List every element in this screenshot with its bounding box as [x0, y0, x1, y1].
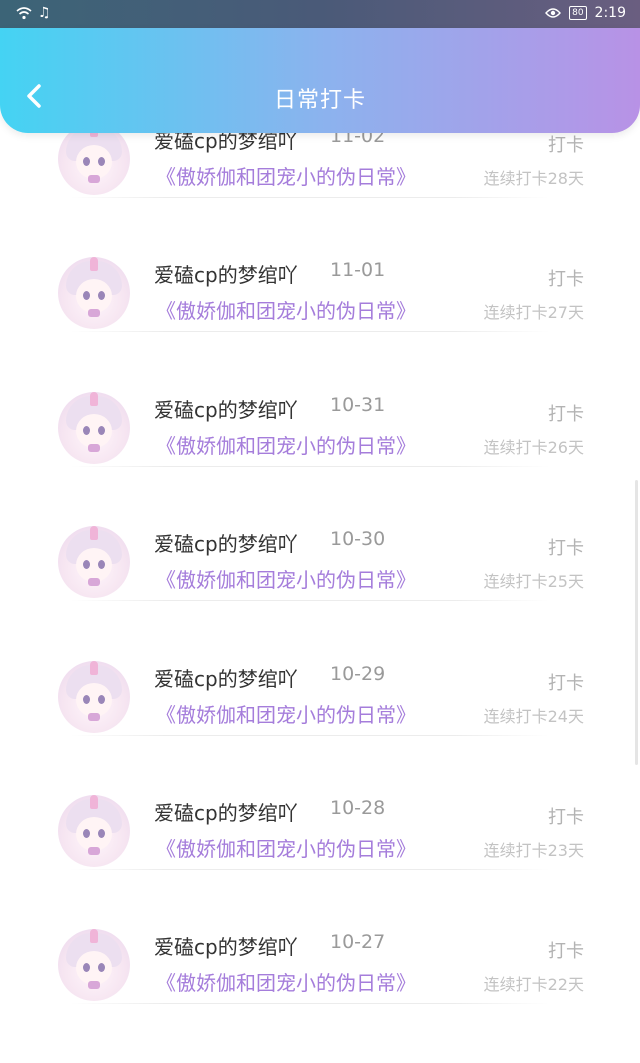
streak-count: 连续打卡24天: [483, 706, 584, 726]
list-item[interactable]: 爱磕cp的梦绾吖 10-30 《傲娇伽和团宠小的伪日常》 打卡连续打卡25天: [0, 526, 640, 660]
divider: [70, 197, 550, 198]
streak-count: 连续打卡26天: [483, 437, 584, 457]
book-title[interactable]: 《傲娇伽和团宠小的伪日常》: [156, 295, 416, 324]
divider: [70, 600, 550, 602]
checkin-label: 打卡: [548, 672, 584, 694]
streak-count: 连续打卡27天: [483, 303, 584, 323]
eye-icon: [545, 8, 562, 18]
checkin-label: 打卡: [548, 807, 584, 828]
list-item[interactable]: 爱磕cp的梦绾吖 10-28 《傲娇伽和团宠小的伪日常》 打卡连续打卡23天: [0, 795, 640, 929]
divider: [70, 1003, 550, 1005]
status-bar: ♫ 80 2:19: [0, 0, 640, 28]
user-name[interactable]: 爱磕cp的梦绾吖: [154, 931, 298, 960]
avatar[interactable]: [58, 257, 130, 330]
checkin-label: 打卡: [548, 269, 584, 291]
checkin-date: 10-29: [330, 662, 386, 685]
page-title: 日常打卡: [273, 88, 366, 113]
checkin-date: 10-27: [330, 931, 386, 954]
checkin-label: 打卡: [548, 135, 584, 156]
book-title[interactable]: 《傲娇伽和团宠小的伪日常》: [156, 699, 416, 728]
checkin-date: 10-31: [330, 393, 386, 416]
avatar[interactable]: [58, 526, 130, 599]
avatar[interactable]: [58, 795, 130, 867]
checkin-date: 10-28: [330, 797, 386, 819]
divider: [70, 869, 550, 870]
user-name[interactable]: 爱磕cp的梦绾吖: [154, 259, 298, 288]
music-note-icon: ♫: [38, 5, 51, 21]
status-time: 2:19: [594, 5, 626, 21]
header-bar: 日常打卡: [0, 28, 640, 133]
avatar[interactable]: [58, 929, 130, 1002]
checkin-label: 打卡: [548, 403, 584, 425]
wifi-icon: [16, 7, 32, 20]
list-item[interactable]: 爱磕cp的梦绾吖 10-31 《傲娇伽和团宠小的伪日常》 打卡连续打卡26天: [0, 391, 640, 526]
divider: [70, 734, 550, 736]
streak-count: 连续打卡25天: [483, 572, 584, 592]
checkin-date: 10-30: [330, 528, 386, 551]
list-item[interactable]: 爱磕cp的梦绾吖 10-29 《傲娇伽和团宠小的伪日常》 打卡连续打卡24天: [0, 660, 640, 795]
checkin-label: 打卡: [548, 538, 584, 560]
streak-count: 连续打卡23天: [483, 841, 584, 860]
list-item[interactable]: 爱磕cp的梦绾吖 11-01 《傲娇伽和团宠小的伪日常》 打卡连续打卡27天: [0, 257, 640, 391]
user-name[interactable]: 爱磕cp的梦绾吖: [154, 663, 298, 692]
avatar[interactable]: [58, 660, 130, 733]
divider: [70, 465, 550, 467]
user-name[interactable]: 爱磕cp的梦绾吖: [154, 528, 298, 557]
book-title[interactable]: 《傲娇伽和团宠小的伪日常》: [156, 967, 416, 996]
scrollbar[interactable]: [635, 480, 638, 765]
avatar[interactable]: [58, 391, 130, 464]
user-name[interactable]: 爱磕cp的梦绾吖: [154, 394, 298, 423]
streak-count: 连续打卡22天: [483, 975, 584, 995]
book-title[interactable]: 《傲娇伽和团宠小的伪日常》: [156, 833, 416, 862]
user-name[interactable]: 爱磕cp的梦绾吖: [154, 797, 298, 826]
book-title[interactable]: 《傲娇伽和团宠小的伪日常》: [156, 161, 416, 190]
streak-count: 连续打卡28天: [483, 169, 584, 188]
avatar[interactable]: [58, 123, 130, 195]
divider: [70, 331, 550, 333]
book-title[interactable]: 《傲娇伽和团宠小的伪日常》: [156, 564, 416, 593]
list-item[interactable]: 爱磕cp的梦绾吖 10-27 《傲娇伽和团宠小的伪日常》 打卡连续打卡22天: [0, 929, 640, 1063]
book-title[interactable]: 《傲娇伽和团宠小的伪日常》: [156, 430, 416, 459]
checkin-label: 打卡: [548, 941, 584, 963]
list-item[interactable]: 爱磕cp的梦绾吖 11-02 《傲娇伽和团宠小的伪日常》 打卡 连续打卡28天: [0, 123, 640, 257]
battery-icon: 80: [569, 6, 587, 20]
checkin-date: 11-01: [330, 259, 386, 282]
